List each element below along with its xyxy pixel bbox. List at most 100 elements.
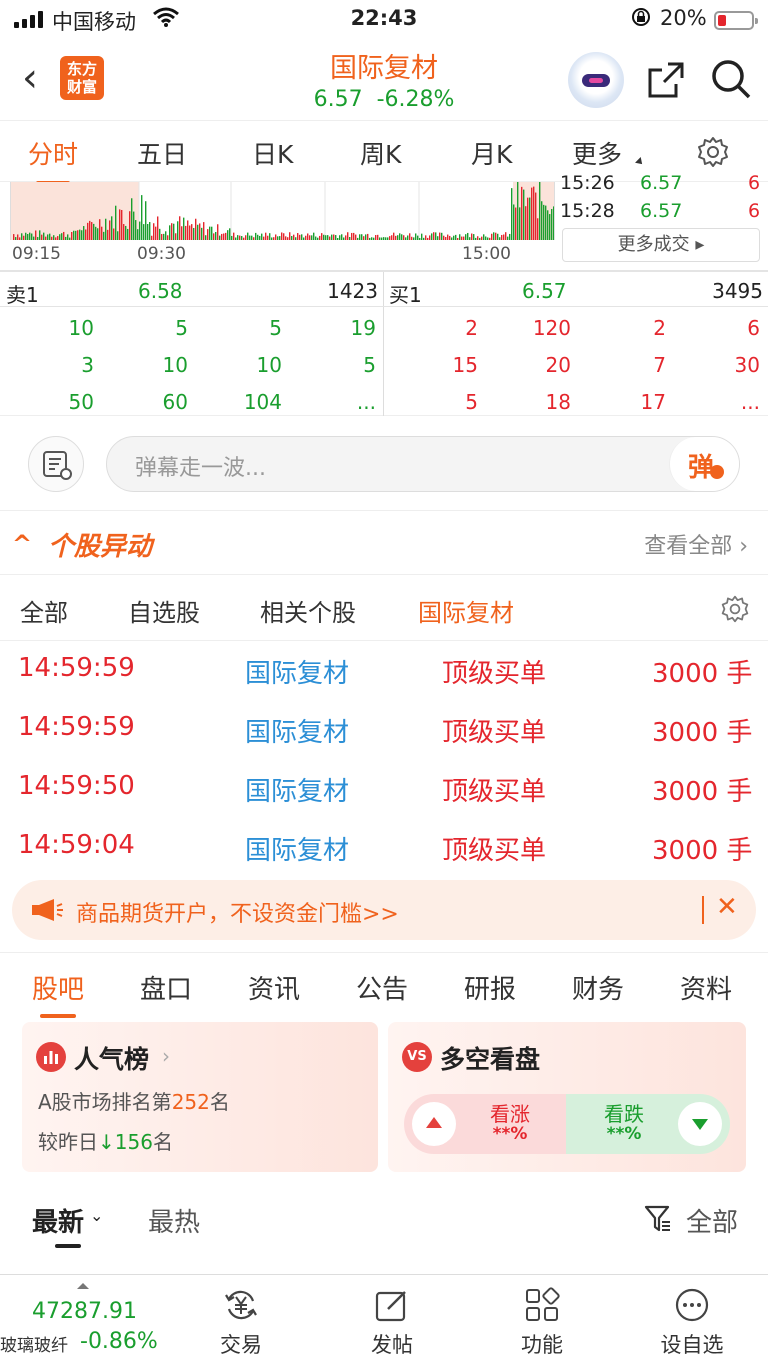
- vote-down-button[interactable]: [678, 1102, 722, 1146]
- volume-bar: [235, 237, 237, 240]
- tab-order-book[interactable]: 盘口: [140, 969, 192, 1006]
- trade-time: 15:26: [560, 172, 615, 194]
- volume-bar: [433, 232, 435, 240]
- volume-bar: [323, 234, 325, 240]
- volume-bar: [153, 223, 155, 240]
- volume-bar: [297, 233, 299, 240]
- filter-icon[interactable]: [644, 1204, 672, 1234]
- list-item[interactable]: 14:59:59 国际复材 顶级买单 3000 手: [0, 700, 768, 759]
- vote-up-button[interactable]: [412, 1102, 456, 1146]
- bear-side[interactable]: 看跌 **%: [566, 1094, 730, 1154]
- volume-bar: [225, 232, 227, 240]
- volume-bar: [397, 235, 399, 240]
- sell-queue-cell: 104: [243, 390, 282, 414]
- chevron-up-icon[interactable]: ^: [12, 530, 32, 558]
- volume-bar: [463, 236, 465, 240]
- view-all-link[interactable]: 查看全部 ›: [644, 528, 748, 560]
- tab-announcements[interactable]: 公告: [356, 969, 408, 1006]
- tab-all[interactable]: 全部: [20, 593, 68, 628]
- list-item[interactable]: 14:59:04 国际复材 顶级买单 3000 手: [0, 818, 768, 877]
- volume-bar: [305, 235, 307, 240]
- volume-bar: [41, 234, 43, 240]
- intraday-volume-chart[interactable]: [10, 182, 555, 240]
- buy-queue-cell: 30: [734, 353, 760, 377]
- ad-text[interactable]: 商品期货开户，不设资金门槛>>: [76, 896, 399, 928]
- volume-bar: [533, 186, 535, 240]
- caret-up-icon[interactable]: [77, 1283, 89, 1289]
- bull-side[interactable]: 看涨 **%: [404, 1094, 566, 1154]
- sector-index-value[interactable]: 47287.91: [32, 1299, 137, 1324]
- volume-bar: [35, 230, 37, 240]
- gear-icon[interactable]: [696, 135, 730, 169]
- buy-queue-cell: 6: [747, 316, 760, 340]
- tab-finance[interactable]: 财务: [572, 969, 624, 1006]
- movement-stock[interactable]: 国际复材: [245, 771, 349, 808]
- volume-bar: [537, 218, 539, 240]
- volume-bar: [191, 224, 193, 240]
- volume-bar: [395, 235, 397, 240]
- movement-stock[interactable]: 国际复材: [245, 830, 349, 867]
- movement-stock[interactable]: 国际复材: [245, 712, 349, 749]
- gear-icon[interactable]: [720, 594, 750, 624]
- list-item[interactable]: 14:59:50 国际复材 顶级买单 3000 手: [0, 759, 768, 818]
- volume-bar: [125, 225, 127, 240]
- tab-five-day[interactable]: 五日: [137, 135, 187, 171]
- search-icon[interactable]: [710, 58, 752, 100]
- volume-bar: [237, 235, 239, 240]
- volume-bar: [255, 232, 257, 240]
- volume-bar: [331, 234, 333, 240]
- volume-bar: [343, 237, 345, 240]
- volume-bar: [207, 229, 209, 240]
- time-label: 09:30: [137, 244, 186, 264]
- popularity-card[interactable]: 人气榜 › A股市场排名第252名 较昨日↓156名: [22, 1022, 378, 1172]
- volume-bar: [187, 220, 189, 240]
- tab-this-stock[interactable]: 国际复材: [418, 593, 514, 628]
- volume-bar: [365, 234, 367, 240]
- tab-related[interactable]: 相关个股: [260, 593, 356, 628]
- volume-bar: [427, 237, 429, 240]
- volume-bar: [469, 237, 471, 240]
- tab-profile[interactable]: 资料: [680, 969, 732, 1006]
- assistant-robot-icon[interactable]: [568, 52, 624, 108]
- nav-add-watchlist[interactable]: 设自选: [642, 1287, 742, 1359]
- tab-research[interactable]: 研报: [464, 969, 516, 1006]
- nav-trade[interactable]: 交易: [191, 1287, 291, 1359]
- tab-monthly-k[interactable]: 月K: [471, 135, 512, 171]
- sector-index-change[interactable]: -0.86%: [80, 1329, 158, 1354]
- sort-latest[interactable]: 最新: [32, 1202, 84, 1239]
- volume-bar: [213, 233, 215, 240]
- tab-daily-k[interactable]: 日K: [252, 135, 293, 171]
- ad-banner[interactable]: 商品期货开户，不设资金门槛>> ✕: [12, 880, 756, 940]
- list-item[interactable]: 14:59:59 国际复材 顶级买单 3000 手: [0, 641, 768, 700]
- nav-features[interactable]: 功能: [492, 1287, 592, 1359]
- volume-bar: [531, 187, 533, 240]
- danmu-settings-icon[interactable]: [28, 436, 84, 492]
- close-icon[interactable]: ✕: [716, 892, 738, 922]
- sell-queue-cell: 50: [68, 390, 94, 414]
- movement-amount: 3000 手: [652, 659, 753, 689]
- tab-watchlist[interactable]: 自选股: [128, 593, 200, 628]
- volume-bar: [477, 236, 479, 240]
- tab-more[interactable]: 更多: [572, 135, 622, 171]
- chevron-down-icon[interactable]: ⌄: [90, 1206, 103, 1225]
- volume-bar: [121, 209, 123, 240]
- volume-bar: [541, 201, 543, 240]
- volume-bar: [519, 207, 521, 240]
- more-trades-button[interactable]: 更多成交 ▸: [562, 228, 760, 262]
- movement-stock[interactable]: 国际复材: [245, 653, 349, 690]
- volume-bar: [429, 235, 431, 240]
- volume-bar: [535, 192, 537, 240]
- bull-bear-card[interactable]: VS 多空看盘 看涨 **% 看跌 **%: [388, 1022, 746, 1172]
- danmu-input[interactable]: 弹幕走一波... 弹: [106, 436, 740, 492]
- tab-intraday[interactable]: 分时: [28, 135, 78, 185]
- danmu-send-button[interactable]: 弹: [669, 437, 739, 491]
- share-icon[interactable]: [646, 60, 686, 100]
- sort-hot[interactable]: 最热: [148, 1202, 200, 1239]
- tab-news[interactable]: 资讯: [248, 969, 300, 1006]
- tab-weekly-k[interactable]: 周K: [360, 135, 401, 171]
- filter-all[interactable]: 全部: [686, 1202, 738, 1239]
- tab-forum[interactable]: 股吧: [32, 969, 84, 1018]
- sector-index-name[interactable]: 玻璃玻纤: [0, 1331, 68, 1356]
- volume-bar: [161, 233, 163, 240]
- nav-post[interactable]: 发帖: [342, 1287, 442, 1359]
